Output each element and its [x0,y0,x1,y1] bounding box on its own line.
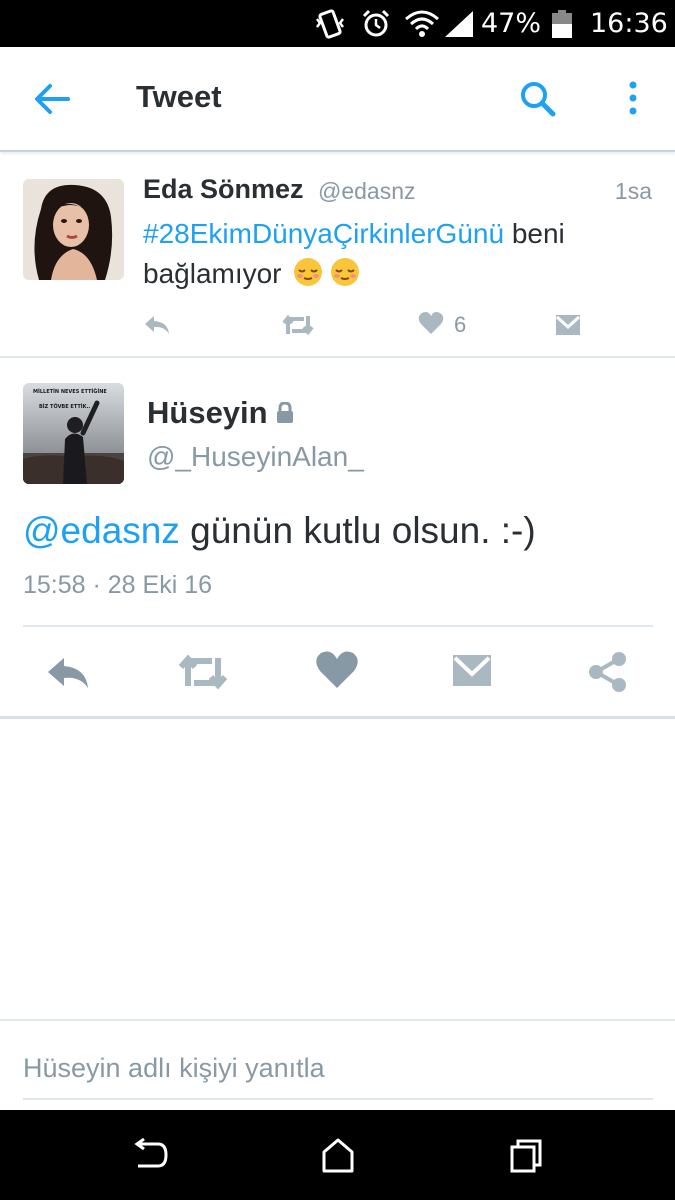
author-name[interactable]: Hüseyin [147,395,268,431]
tweet-timestamp: 15:58 · 28 Eki 16 [23,571,213,599]
battery-percent: 47% [481,8,542,39]
vibrate-icon [314,0,346,47]
heart-icon[interactable] [315,650,363,694]
reply-input[interactable] [23,1048,653,1088]
retweet-icon[interactable] [177,650,228,694]
reply-icon[interactable] [44,650,92,694]
divider [23,625,653,627]
like-count: 6 [454,312,467,337]
direct-message-icon[interactable] [450,650,498,694]
home-nav-icon[interactable] [318,1138,358,1174]
author-name-row[interactable]: Hüseyin [147,395,294,431]
avatar[interactable]: MİLLETİN NEVES ETTİĞİNE BİZ TÖVBE ETTİK.… [23,383,124,484]
avatar-caption-line-2: BİZ TÖVBE ETTİK.. [39,403,90,410]
search-icon[interactable] [518,79,558,119]
reply-underline [23,1098,653,1100]
battery-icon [548,0,576,47]
tweet-text: @edasnz günün kutlu olsun. :-) [23,510,536,552]
recent-apps-icon[interactable] [506,1138,546,1174]
tweet-text: #28EkimDünyaÇirkinlerGünü beni bağlamıyo… [143,214,643,294]
retweet-icon[interactable] [280,310,316,340]
tweet-body: günün kutlu olsun. :-) [179,510,536,551]
author-handle: @_HuseyinAlan_ [147,441,364,472]
signal-icon [443,0,475,47]
divider [0,1019,675,1021]
more-options-icon[interactable] [624,79,642,119]
reply-icon[interactable] [142,310,172,340]
relieved-face-emoji-icon [291,257,326,287]
author-name[interactable]: Eda Sönmez [143,174,304,205]
heart-icon [418,311,444,340]
back-arrow-icon[interactable] [30,81,74,117]
system-nav-bar [0,1110,675,1200]
divider [0,716,675,719]
app-bar: Tweet [0,47,675,152]
status-bar: 47% 16:36 [0,0,675,47]
relieved-face-emoji-icon [328,257,363,287]
parent-tweet[interactable]: Eda Sönmez @edasnz 1sa #28EkimDünyaÇirki… [0,154,675,358]
lock-icon [276,401,294,424]
share-icon[interactable] [586,650,634,694]
author-handle: @edasnz [318,178,416,204]
mention-link[interactable]: @edasnz [23,510,180,551]
clock: 16:36 [590,8,668,39]
back-nav-icon[interactable] [130,1137,170,1174]
avatar-caption-line-1: MİLLETİN NEVES ETTİĞİNE [33,388,107,395]
like-button[interactable]: 6 [418,310,466,340]
tweet-time: 1sa [614,178,652,204]
alarm-icon [360,0,392,47]
wifi-icon [404,0,440,47]
avatar[interactable] [23,179,124,280]
direct-message-icon[interactable] [554,310,582,340]
hashtag-link[interactable]: #28EkimDünyaÇirkinlerGünü [143,218,504,249]
page-title: Tweet [136,79,222,114]
